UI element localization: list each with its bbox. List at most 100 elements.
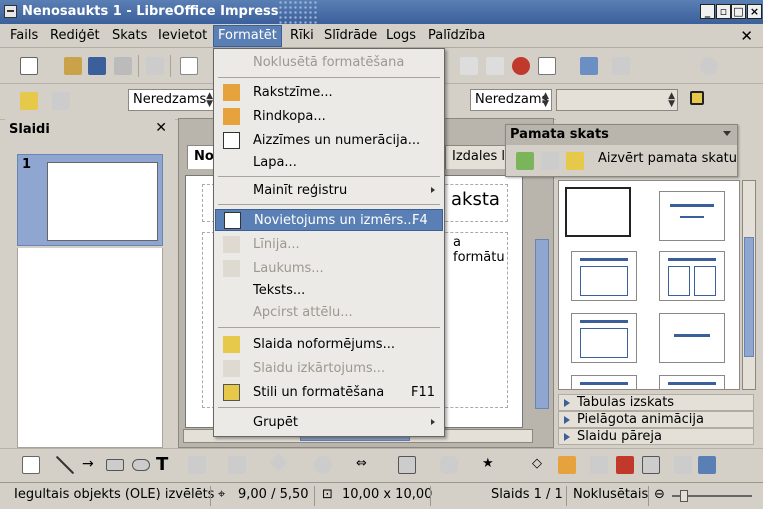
slides-list-area: [17, 248, 163, 448]
menu-item-crop-image[interactable]: Apcirst attēlu...: [215, 302, 443, 324]
connector-tool-icon[interactable]: [228, 456, 246, 474]
redo-icon[interactable]: [486, 57, 504, 75]
maximize-button[interactable]: □: [731, 4, 746, 19]
shade-button[interactable]: ▫: [716, 4, 731, 19]
menu-item-change-case[interactable]: Mainīt reģistru: [215, 180, 443, 202]
menu-item-styles-formatting[interactable]: Stili un formatēšana F11: [215, 382, 443, 404]
highlight-icon[interactable]: [690, 91, 704, 105]
flowchart-icon[interactable]: [398, 456, 416, 474]
gallery-icon[interactable]: [642, 456, 660, 474]
title-bar: Nenosaukts 1 - LibreOffice Impress _ ▫ □…: [0, 0, 763, 24]
navigator-icon[interactable]: [580, 57, 598, 75]
layout-blank[interactable]: [565, 187, 631, 237]
grid-icon[interactable]: [612, 57, 630, 75]
open-icon[interactable]: [64, 57, 82, 75]
menu-item-slide-design[interactable]: Slaida noformējums...: [215, 334, 443, 356]
delete-master-icon[interactable]: [541, 152, 559, 170]
menu-item-group[interactable]: Grupēt: [215, 412, 443, 434]
layout-title-text[interactable]: [571, 313, 637, 363]
font-name-combo-right[interactable]: Neredzams ▲ ▼: [470, 89, 552, 111]
symbol-shapes-icon[interactable]: [314, 456, 332, 474]
undo-icon[interactable]: [460, 57, 478, 75]
email-icon[interactable]: [114, 57, 132, 75]
submenu-arrow-icon: [431, 419, 435, 425]
window-menu-icon[interactable]: [4, 5, 17, 18]
from-file-icon[interactable]: [616, 456, 634, 474]
menu-item-slide-layout[interactable]: Slaidu izkārtojums...: [215, 358, 443, 380]
styles-icon[interactable]: [20, 92, 38, 110]
menu-logs[interactable]: Logs: [386, 28, 416, 43]
line-tool-icon[interactable]: [56, 456, 74, 474]
rectangle-tool-icon[interactable]: [106, 459, 124, 471]
align-icon[interactable]: [698, 456, 716, 474]
layouts-scrollbar[interactable]: [742, 180, 756, 390]
font-name-combo[interactable]: Neredzams ▲ ▼: [128, 89, 216, 111]
block-arrows-icon[interactable]: ⇔: [356, 456, 374, 474]
callouts-icon[interactable]: [440, 456, 458, 474]
basic-shapes-icon[interactable]: [269, 453, 288, 472]
rename-master-icon[interactable]: [566, 152, 584, 170]
chart-icon[interactable]: [512, 57, 530, 75]
close-slides-panel-icon[interactable]: ✕: [155, 120, 167, 136]
layout-more[interactable]: [571, 375, 637, 389]
menu-slidrade[interactable]: Slīdrāde: [324, 28, 377, 43]
export-pdf-icon[interactable]: [180, 57, 198, 75]
section-table-design[interactable]: Tabulas izskats: [558, 394, 754, 411]
menu-item-line[interactable]: Līnija...: [215, 234, 443, 256]
section-custom-animation[interactable]: Pielāgota animācija: [558, 411, 754, 428]
close-window-button[interactable]: ×: [747, 4, 762, 19]
indent-icon[interactable]: [80, 92, 98, 110]
layout-title-content[interactable]: [571, 251, 637, 301]
select-icon[interactable]: [22, 456, 40, 474]
close-document-icon[interactable]: ✕: [740, 27, 753, 45]
minimize-button[interactable]: _: [700, 4, 715, 19]
menu-fails[interactable]: Fails: [10, 28, 38, 43]
slide-thumbnail[interactable]: [47, 162, 158, 241]
menu-item-bullets-numbering[interactable]: Aizzīmes un numerācija...: [215, 130, 443, 152]
close-master-view-button[interactable]: Aizvērt pamata skatu: [598, 151, 737, 166]
menu-item-text[interactable]: Teksts...: [215, 280, 443, 302]
scrollbar-thumb[interactable]: [744, 237, 754, 357]
slide-thumbnail-selected[interactable]: 1: [17, 154, 163, 246]
menu-rediget[interactable]: Rediģēt: [50, 28, 100, 43]
layout-centered-text[interactable]: [659, 313, 725, 363]
layout-more-2[interactable]: [659, 375, 725, 389]
fill-format-icon[interactable]: [52, 92, 70, 110]
zoom-out-icon[interactable]: ⊖: [654, 487, 665, 502]
ellipse-tool-icon[interactable]: [132, 459, 150, 471]
new-master-icon[interactable]: [516, 152, 534, 170]
toolbar-options-icon[interactable]: [723, 131, 731, 136]
glue-points-icon[interactable]: [558, 456, 576, 474]
table-icon[interactable]: [538, 57, 556, 75]
curve-tool-icon[interactable]: [188, 456, 206, 474]
menu-item-character[interactable]: Rakstzīme...: [215, 82, 443, 104]
size-icon: ⊡: [322, 487, 333, 502]
stars-icon[interactable]: ★: [482, 456, 500, 474]
layout-two-content[interactable]: [659, 251, 725, 301]
arrow-tool-icon[interactable]: →: [82, 456, 100, 474]
menu-ievietot[interactable]: Ievietot: [158, 28, 207, 43]
master-toolbar-header[interactable]: Pamata skats: [506, 125, 737, 145]
zoom-slider-handle[interactable]: [680, 490, 688, 502]
menu-riki[interactable]: Rīki: [290, 28, 314, 43]
menu-item-paragraph[interactable]: Rindkopa...: [215, 106, 443, 128]
points-icon[interactable]: ◇: [532, 456, 550, 474]
help-icon[interactable]: [700, 57, 718, 75]
menu-palidziba[interactable]: Palīdzība: [428, 28, 485, 43]
menu-item-page[interactable]: Lapa...: [215, 152, 443, 174]
new-document-icon[interactable]: [20, 57, 38, 75]
menu-item-default-formatting[interactable]: Noklusētā formatēšana: [215, 52, 443, 74]
menu-formatet[interactable]: Formatēt: [213, 25, 282, 47]
menu-skats[interactable]: Skats: [112, 28, 147, 43]
edit-file-icon[interactable]: [146, 57, 164, 75]
menu-item-position-size[interactable]: Novietojums un izmērs... F4: [215, 209, 443, 231]
save-icon[interactable]: [88, 57, 106, 75]
extrusion-icon[interactable]: [674, 456, 692, 474]
layout-title-only[interactable]: [659, 191, 725, 241]
vertical-scrollbar[interactable]: [535, 239, 549, 409]
text-tool-icon[interactable]: T: [156, 454, 174, 475]
section-slide-transition[interactable]: Slaidu pāreja: [558, 428, 754, 445]
fontwork-icon[interactable]: [590, 456, 608, 474]
menu-item-area[interactable]: Laukums...: [215, 258, 443, 280]
font-size-combo[interactable]: ▲ ▼: [556, 89, 678, 111]
